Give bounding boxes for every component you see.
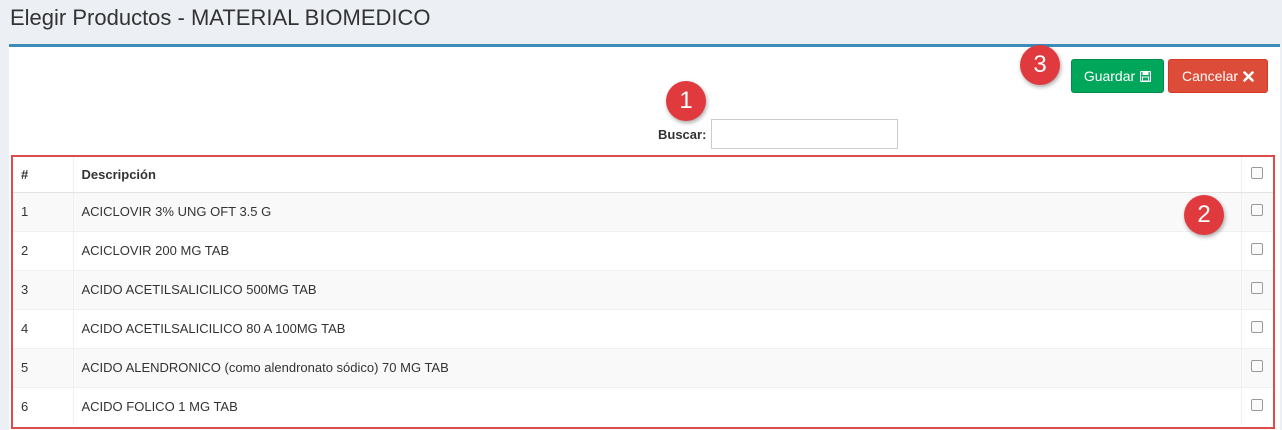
row-checkbox[interactable] [1251, 399, 1264, 412]
table-row[interactable]: 1 ACICLOVIR 3% UNG OFT 3.5 G [13, 191, 1273, 231]
products-box: 3 Guardar Cancelar 1 Buscar: # Descripci [9, 44, 1280, 430]
row-description: ACIDO ACETILSALICILICO 80 A 100MG TAB [73, 308, 1241, 348]
table-row[interactable]: 3 ACIDO ACETILSALICILICO 500MG TAB [13, 269, 1273, 309]
row-num: 1 [13, 191, 74, 231]
row-description: ACIDO ACETILSALICILICO 500MG TAB [73, 269, 1241, 309]
select-all-checkbox-cell[interactable] [1240, 157, 1273, 193]
row-checkbox[interactable] [1251, 360, 1264, 372]
row-checkbox-cell[interactable] [1240, 191, 1273, 231]
row-checkbox[interactable] [1251, 321, 1264, 333]
row-num: 4 [13, 308, 74, 348]
table-row[interactable]: 6 ACIDO FOLICO 1 MG TAB [13, 386, 1273, 426]
row-description: ACICLOVIR 3% UNG OFT 3.5 G [73, 191, 1241, 231]
row-checkbox[interactable] [1251, 243, 1264, 255]
row-num: 5 [13, 347, 74, 387]
row-num: 3 [13, 269, 74, 309]
table-row[interactable]: 4 ACIDO ACETILSALICILICO 80 A 100MG TAB [13, 308, 1273, 348]
close-x-icon [1243, 70, 1254, 82]
step-marker-3: 3 [1020, 45, 1060, 85]
products-table: # Descripción 1 ACICLOVIR 3% UNG OFT 3.5… [13, 157, 1273, 426]
row-checkbox-cell[interactable] [1240, 386, 1273, 426]
row-num: 2 [13, 230, 74, 270]
row-checkbox[interactable] [1251, 204, 1264, 216]
row-description: ACIDO FOLICO 1 MG TAB [73, 386, 1241, 426]
step-marker-2: 2 [1184, 195, 1224, 235]
row-checkbox-cell[interactable] [1240, 308, 1273, 348]
cancel-button[interactable]: Cancelar [1168, 59, 1268, 93]
column-header-num[interactable]: # [13, 157, 74, 193]
cancel-button-label: Cancelar [1181, 68, 1239, 84]
row-checkbox-cell[interactable] [1240, 347, 1273, 387]
row-num: 6 [13, 386, 74, 426]
row-checkbox[interactable] [1251, 282, 1264, 294]
save-button-label: Guardar [1083, 68, 1136, 84]
table-header-row: # Descripción [13, 157, 1273, 193]
row-description: ACIDO ALENDRONICO (como alendronato sódi… [73, 347, 1241, 387]
row-checkbox-cell[interactable] [1240, 269, 1273, 309]
select-all-checkbox[interactable] [1251, 166, 1264, 179]
search-label: Buscar: [658, 127, 707, 142]
row-checkbox-cell[interactable] [1240, 230, 1273, 270]
save-button[interactable]: Guardar [1071, 59, 1164, 93]
step-marker-1: 1 [666, 81, 706, 121]
row-description: ACICLOVIR 200 MG TAB [73, 230, 1241, 270]
table-row[interactable]: 2 ACICLOVIR 200 MG TAB [13, 230, 1273, 270]
floppy-disk-icon [1140, 70, 1152, 82]
column-header-description[interactable]: Descripción [73, 157, 1241, 193]
page-title: Elegir Productos - MATERIAL BIOMEDICO [10, 5, 431, 30]
search-input[interactable] [711, 119, 898, 149]
products-table-frame: # Descripción 1 ACICLOVIR 3% UNG OFT 3.5… [11, 155, 1275, 429]
table-row[interactable]: 5 ACIDO ALENDRONICO (como alendronato só… [13, 347, 1273, 387]
